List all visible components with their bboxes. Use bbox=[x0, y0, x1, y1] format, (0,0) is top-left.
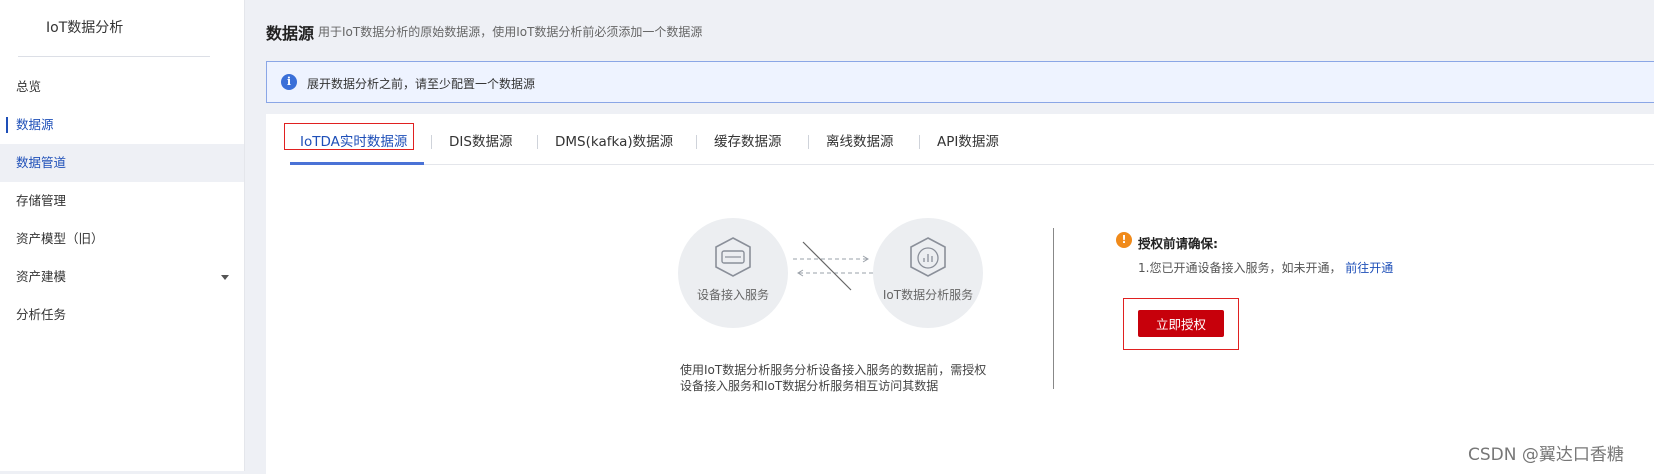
tab-separator bbox=[696, 135, 697, 149]
tab-api[interactable]: API数据源 bbox=[937, 130, 999, 150]
active-tab-indicator bbox=[290, 162, 424, 165]
sidebar-nav: 总览 数据源 数据管道 存储管理 资产模型（旧） 资产建模 分析任务 bbox=[0, 68, 244, 334]
tab-bar: IoTDA实时数据源 DIS数据源 DMS(kafka)数据源 缓存数据源 离线… bbox=[284, 114, 1654, 165]
info-notice: i 展开数据分析之前，请至少配置一个数据源 bbox=[266, 61, 1654, 103]
sidebar-item-storage[interactable]: 存储管理 bbox=[0, 182, 244, 220]
authorize-prereq-title: 授权前请确保: bbox=[1138, 236, 1218, 251]
warning-icon: ! bbox=[1116, 232, 1132, 248]
tab-cache[interactable]: 缓存数据源 bbox=[714, 130, 782, 150]
tab-offline[interactable]: 离线数据源 bbox=[826, 130, 894, 150]
info-icon: i bbox=[281, 74, 297, 90]
enable-service-link[interactable]: 前往开通 bbox=[1345, 261, 1393, 275]
iot-analytics-node: IoT数据分析服务 bbox=[873, 218, 983, 328]
notice-text: 展开数据分析之前，请至少配置一个数据源 bbox=[307, 77, 536, 91]
sidebar-item-asset-model-old[interactable]: 资产模型（旧） bbox=[0, 220, 244, 258]
device-icon bbox=[715, 237, 751, 277]
prereq-text: 1.您已开通设备接入服务，如未开通， bbox=[1138, 261, 1342, 275]
tab-dis[interactable]: DIS数据源 bbox=[449, 130, 512, 150]
authorize-prereq-line: 1.您已开通设备接入服务，如未开通， 前往开通 bbox=[1138, 259, 1393, 276]
content-panel: IoTDA实时数据源 DIS数据源 DMS(kafka)数据源 缓存数据源 离线… bbox=[266, 114, 1654, 474]
sidebar-item-data-source[interactable]: 数据源 bbox=[0, 106, 244, 144]
chevron-down-icon bbox=[221, 275, 229, 280]
sidebar-item-label: 资产建模 bbox=[16, 269, 67, 284]
tab-separator bbox=[537, 135, 538, 149]
sidebar-item-overview[interactable]: 总览 bbox=[0, 68, 244, 106]
page-title: 数据源 bbox=[266, 24, 315, 43]
authorize-now-button[interactable]: 立即授权 bbox=[1138, 310, 1224, 337]
tab-iotda-realtime[interactable]: IoTDA实时数据源 bbox=[300, 130, 407, 150]
highlight-box: 立即授权 bbox=[1123, 298, 1239, 350]
sidebar-item-analysis-task[interactable]: 分析任务 bbox=[0, 296, 244, 334]
device-access-label: 设备接入服务 bbox=[696, 288, 769, 302]
device-access-node: 设备接入服务 bbox=[678, 218, 788, 328]
sidebar-item-data-pipeline[interactable]: 数据管道 bbox=[0, 144, 244, 182]
analytics-icon bbox=[910, 237, 946, 277]
tab-dms-kafka[interactable]: DMS(kafka)数据源 bbox=[555, 130, 673, 150]
tab-separator bbox=[431, 135, 432, 149]
authorization-description: 使用IoT数据分析服务分析设备接入服务的数据前，需授权 设备接入服务和IoT数据… bbox=[680, 362, 986, 394]
description-line: 设备接入服务和IoT数据分析服务相互访问其数据 bbox=[680, 379, 939, 393]
tab-separator bbox=[808, 135, 809, 149]
sidebar: IoT数据分析 总览 数据源 数据管道 存储管理 资产模型（旧） 资产建模 分析… bbox=[0, 0, 245, 471]
iot-analytics-label: IoT数据分析服务 bbox=[882, 288, 974, 302]
description-line: 使用IoT数据分析服务分析设备接入服务的数据前，需授权 bbox=[680, 363, 987, 377]
sidebar-divider bbox=[18, 56, 210, 57]
watermark: CSDN @翼达口香糖 bbox=[1468, 445, 1624, 465]
sidebar-item-asset-modeling[interactable]: 资产建模 bbox=[0, 258, 244, 296]
page-description: 用于IoT数据分析的原始数据源，使用IoT数据分析前必须添加一个数据源 bbox=[318, 25, 703, 39]
tab-separator bbox=[919, 135, 920, 149]
vertical-divider bbox=[1053, 228, 1054, 389]
strike-line-icon bbox=[802, 241, 852, 291]
app-title: IoT数据分析 bbox=[46, 20, 124, 36]
